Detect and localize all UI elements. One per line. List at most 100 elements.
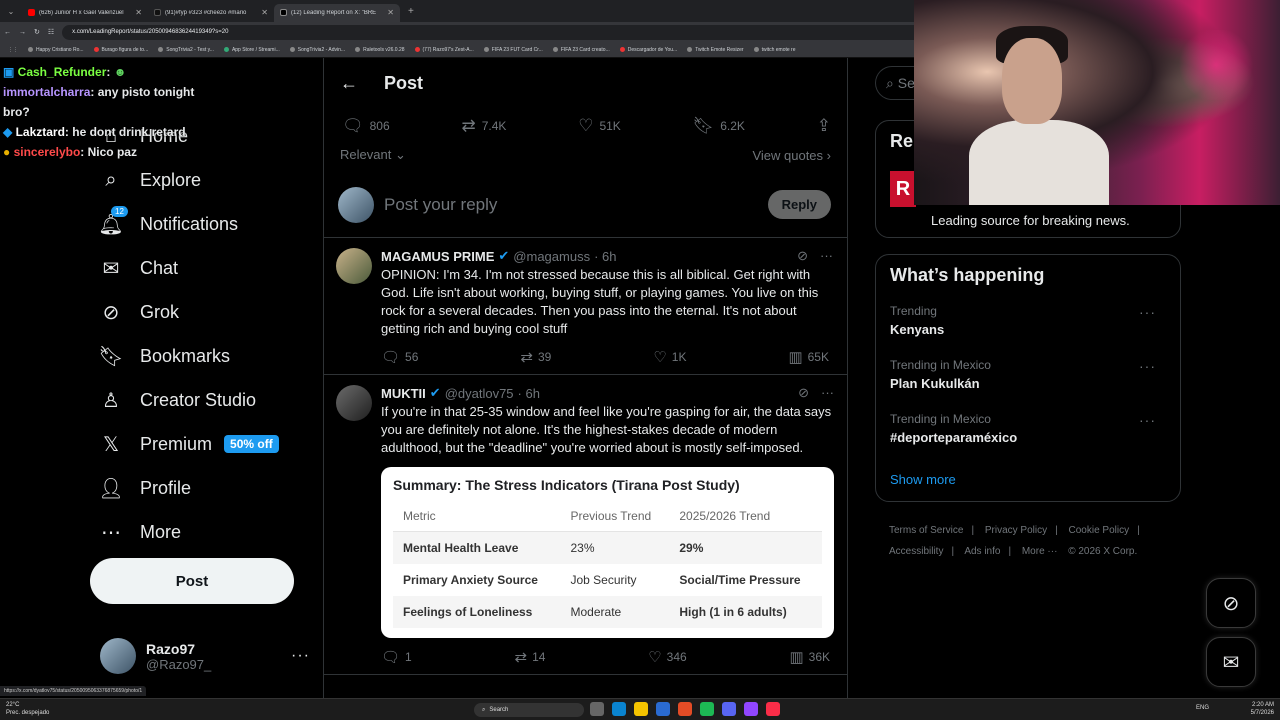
tab-search-icon[interactable]: ⌄ bbox=[0, 7, 22, 16]
more-dots-icon[interactable]: ··· bbox=[1139, 412, 1156, 428]
language-indicator[interactable]: ENG bbox=[1196, 705, 1209, 711]
replies-stat[interactable]: 🗨︎ 806 bbox=[342, 116, 390, 136]
nav-profile[interactable]: 👤︎ Profile bbox=[96, 466, 316, 510]
messages-float-button[interactable]: ✉ bbox=[1206, 637, 1256, 687]
like-action[interactable]: ♡ 346 bbox=[648, 648, 686, 666]
bookmark-item[interactable]: twitch emote re bbox=[753, 47, 795, 53]
post-time[interactable]: · 6h bbox=[594, 249, 616, 264]
new-tab-icon[interactable]: + bbox=[408, 6, 414, 17]
like-action[interactable]: ♡ 1K bbox=[653, 348, 686, 366]
reply-input[interactable]: Post your reply bbox=[384, 195, 768, 215]
nav-premium[interactable]: 𝕏 Premium 50% off bbox=[96, 422, 316, 466]
author-handle[interactable]: @dyatlov75 bbox=[445, 386, 514, 401]
bookmark-item[interactable]: Burago figura de to... bbox=[93, 47, 148, 53]
repost-action[interactable]: ⇄ 14 bbox=[515, 648, 546, 666]
bookmarks-stat[interactable]: 🔖︎ 6.2K bbox=[693, 116, 745, 136]
back-arrow-icon[interactable]: ← bbox=[4, 29, 11, 36]
reply-button[interactable]: Reply bbox=[767, 190, 831, 219]
more-dots-icon[interactable]: ··· bbox=[1139, 358, 1156, 374]
store-icon[interactable] bbox=[656, 702, 670, 716]
views-action[interactable]: ▥ 36K bbox=[789, 648, 830, 666]
obs-icon[interactable] bbox=[744, 702, 758, 716]
browser-tab-2[interactable]: (91)#fyp #323 #cheezo #mario ✕ bbox=[148, 4, 274, 22]
site-info-icon[interactable]: ☷ bbox=[48, 28, 54, 36]
compose-post-button[interactable]: Post bbox=[90, 558, 294, 604]
reply-tweet[interactable]: MUKTII ✔ @dyatlov75 · 6h ⊘ ··· If you're … bbox=[324, 375, 847, 675]
trend-item[interactable]: Trending in Mexico Plan Kukulkán ··· bbox=[890, 358, 1166, 412]
bookmark-item[interactable]: Raletools v26.0.28 bbox=[355, 47, 405, 53]
browser-tab-1[interactable]: (626) Junior H x Gael Valenzuel ✕ bbox=[22, 4, 148, 22]
nav-more[interactable]: ⋯ More bbox=[96, 510, 316, 554]
tweet-image-card[interactable]: Summary: The Stress Indicators (Tirana P… bbox=[381, 467, 834, 638]
view-quotes-link[interactable]: View quotes › bbox=[752, 148, 831, 163]
spotify-icon[interactable] bbox=[700, 702, 714, 716]
author-handle[interactable]: @magamuss bbox=[513, 249, 590, 264]
taskbar-search[interactable]: ⌕ Search bbox=[474, 703, 584, 717]
nav-creator-studio[interactable]: ♙ Creator Studio bbox=[96, 378, 316, 422]
nav-chat[interactable]: ✉ Chat bbox=[96, 246, 316, 290]
reposts-stat[interactable]: ⇄ 7.4K bbox=[461, 116, 506, 136]
nav-notifications[interactable]: 🔔︎ Notifications bbox=[96, 202, 316, 246]
footer-link[interactable]: More ··· bbox=[1022, 546, 1058, 557]
post-time[interactable]: · 6h bbox=[518, 386, 540, 401]
bookmark-item[interactable]: SongTrivia2 - Advin... bbox=[289, 47, 345, 53]
clock[interactable]: 2:20 AM 5/7/2026 bbox=[1251, 701, 1274, 717]
leading-report-logo[interactable]: R bbox=[890, 171, 916, 207]
browser-tab-3[interactable]: (12) Leading Report on X: "BRE ✕ bbox=[274, 3, 400, 22]
apps-icon[interactable]: ⋮⋮ bbox=[8, 47, 18, 53]
url-field[interactable]: x.com/LeadingReport/status/2050094683624… bbox=[62, 24, 943, 40]
account-switcher[interactable]: Razo97 @Razo97_ ··· bbox=[100, 638, 310, 674]
more-dots-icon[interactable]: ··· bbox=[291, 647, 310, 665]
more-dots-icon[interactable]: ··· bbox=[821, 385, 834, 401]
edge-icon[interactable] bbox=[612, 702, 626, 716]
avatar[interactable] bbox=[336, 385, 372, 421]
avatar[interactable] bbox=[336, 248, 372, 284]
search-input[interactable]: ⌕ Se bbox=[875, 66, 915, 100]
footer-link[interactable]: Cookie Policy bbox=[1069, 525, 1130, 536]
reply-tweet[interactable]: MAGAMUS PRIME ✔ @magamuss · 6h ⊘ ··· OPIN… bbox=[324, 238, 847, 375]
likes-stat[interactable]: ♡ 51K bbox=[578, 116, 621, 136]
repost-action[interactable]: ⇄ 39 bbox=[520, 348, 551, 366]
nav-explore[interactable]: ⌕ Explore bbox=[96, 158, 316, 202]
file-explorer-icon[interactable] bbox=[634, 702, 648, 716]
more-dots-icon[interactable]: ··· bbox=[1139, 304, 1156, 320]
more-dots-icon[interactable]: ··· bbox=[820, 248, 833, 264]
bookmark-item[interactable]: App Store / Streami... bbox=[223, 47, 280, 53]
author-name[interactable]: MAGAMUS PRIME bbox=[381, 249, 494, 264]
trend-item[interactable]: Trending Kenyans ··· bbox=[890, 304, 1166, 358]
nav-grok[interactable]: ⊘ Grok bbox=[96, 290, 316, 334]
footer-link[interactable]: Accessibility bbox=[889, 546, 943, 557]
grok-icon[interactable]: ⊘ bbox=[797, 248, 808, 264]
back-arrow-icon[interactable]: ← bbox=[340, 73, 358, 94]
bookmark-item[interactable]: Twitch Emote Resizer bbox=[687, 47, 744, 53]
footer-link[interactable]: Privacy Policy bbox=[985, 525, 1047, 536]
footer-link[interactable]: Ads info bbox=[964, 546, 1000, 557]
chrome-icon[interactable] bbox=[678, 702, 692, 716]
discord-icon[interactable] bbox=[722, 702, 736, 716]
bookmark-item[interactable]: FIFA 23 Card creato... bbox=[552, 47, 610, 53]
reply-action[interactable]: 🗨︎ 56 bbox=[381, 348, 418, 366]
close-tab-icon[interactable]: ✕ bbox=[261, 8, 268, 17]
weather-widget[interactable]: 22°C Prec. despejado bbox=[6, 701, 49, 717]
share-icon[interactable]: ⇪ bbox=[817, 116, 831, 136]
bookmark-item[interactable]: FIFA 23 FUT Card Cr... bbox=[483, 47, 543, 53]
views-action[interactable]: ▥ 65K bbox=[788, 348, 829, 366]
author-name[interactable]: MUKTII bbox=[381, 386, 426, 401]
show-more-link[interactable]: Show more bbox=[890, 472, 1166, 487]
grok-float-button[interactable]: ⊘ bbox=[1206, 578, 1256, 628]
taskview-icon[interactable] bbox=[590, 702, 604, 716]
forward-arrow-icon[interactable]: → bbox=[19, 29, 26, 36]
close-tab-icon[interactable]: ✕ bbox=[387, 8, 394, 17]
bookmark-item[interactable]: Happy Cristiano Ro... bbox=[28, 47, 84, 53]
reload-icon[interactable]: ↻ bbox=[34, 28, 40, 36]
bookmark-item[interactable]: (77) Razo97's Zest-A... bbox=[414, 47, 474, 53]
grok-icon[interactable]: ⊘ bbox=[798, 385, 809, 401]
bookmark-item[interactable]: SongTrivia2 - Test y... bbox=[158, 47, 214, 53]
trend-item[interactable]: Trending in Mexico #deporteparaméxico ··… bbox=[890, 412, 1166, 466]
music-icon[interactable] bbox=[766, 702, 780, 716]
footer-link[interactable]: Terms of Service bbox=[889, 525, 963, 536]
bookmark-item[interactable]: Descargador de You... bbox=[619, 47, 677, 53]
close-tab-icon[interactable]: ✕ bbox=[135, 8, 142, 17]
reply-action[interactable]: 🗨︎ 1 bbox=[381, 648, 412, 666]
nav-bookmarks[interactable]: 🔖︎ Bookmarks bbox=[96, 334, 316, 378]
